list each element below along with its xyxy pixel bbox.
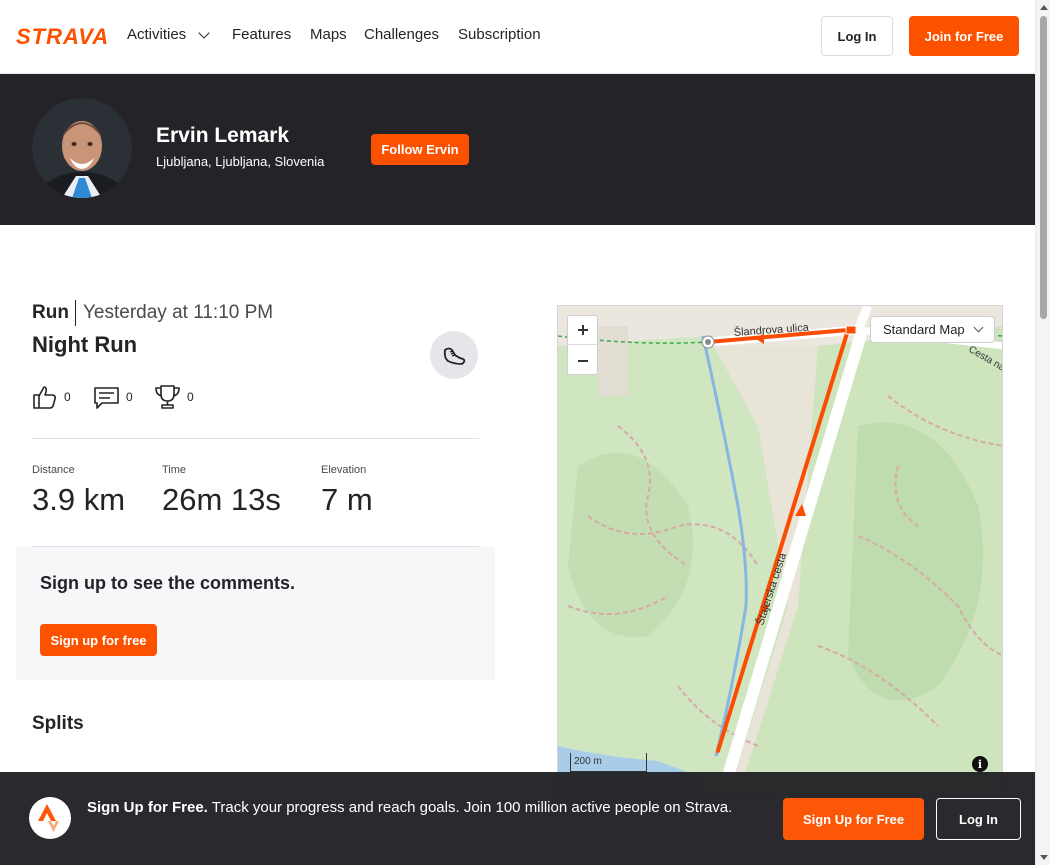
scroll-thumb[interactable] [1040,16,1047,319]
athlete-location: Ljubljana, Ljubljana, Slovenia [156,154,325,169]
comments-count: 0 [126,390,133,404]
athlete-header: Ervin Lemark Ljubljana, Ljubljana, Slove… [0,74,1035,225]
achievements-count: 0 [187,390,194,404]
map-style-value: Standard Map [883,322,965,337]
minus-icon [577,359,588,362]
route-map[interactable]: Šlandrova ulica Štajerska cesta Cesta na… [557,305,1003,795]
nav-maps[interactable]: Maps [310,26,347,43]
achievements-button[interactable]: 0 [154,384,194,410]
activity-type: Run [32,302,69,323]
activity-title: Night Run [32,332,138,357]
comments-title: Sign up to see the comments. [40,573,296,593]
nav-activities[interactable]: Activities [127,26,210,43]
nav-maps-label: Maps [310,26,347,43]
nav-subscription-label: Subscription [458,26,541,43]
avatar[interactable] [32,98,132,198]
plus-icon [577,325,588,335]
banner-login-button[interactable]: Log In [936,798,1021,840]
top-nav: STRAVA Activities Features Maps Challeng… [0,0,1035,74]
zoom-controls [567,315,598,375]
kudos-button[interactable]: 0 [32,384,71,410]
map-style-select[interactable]: Standard Map [870,316,995,343]
banner-text: Sign Up for Free. Track your progress an… [87,797,757,819]
scroll-down-arrow-icon[interactable] [1040,855,1048,860]
info-icon[interactable]: i [972,756,988,772]
stat-elevation-label: Elevation [321,464,367,476]
stat-elevation-value: 7 m [321,482,373,517]
shoe-button[interactable] [430,331,478,379]
signup-free-button[interactable]: Sign up for free [40,624,157,656]
chevron-down-icon [198,26,210,39]
banner-signup-button[interactable]: Sign Up for Free [783,798,924,840]
nav-subscription[interactable]: Subscription [458,26,541,43]
comment-icon [94,387,119,409]
activity-page: STRAVA Activities Features Maps Challeng… [0,0,1035,865]
chevron-down-icon [973,322,984,333]
banner-headline: Sign Up for Free. [87,799,208,816]
banner-body: Track your progress and reach goals. Joi… [211,799,733,816]
comments-button[interactable]: 0 [93,384,133,410]
trophy-icon [155,385,180,409]
comments-signup-panel: Sign up to see the comments. Sign up for… [16,547,495,680]
athlete-name[interactable]: Ervin Lemark [156,124,289,148]
page-scrollbar[interactable] [1035,0,1050,865]
shoe-icon [443,347,466,365]
login-button[interactable]: Log In [821,16,893,56]
map-scale-label: 200 m [574,756,602,767]
kudos-count: 0 [64,390,71,404]
thumbs-up-icon [33,386,57,409]
svg-text:STRAVA: STRAVA [16,24,109,48]
zoom-out-button[interactable] [568,346,597,375]
nav-activities-label: Activities [127,26,187,43]
splits-title: Splits [32,713,84,734]
signup-banner: Sign Up for Free. Track your progress an… [0,772,1035,865]
scroll-up-arrow-icon[interactable] [1040,5,1048,10]
stat-distance-value: 3.9 km [32,482,126,517]
divider [32,438,479,439]
nav-features-label: Features [232,26,292,43]
follow-button[interactable]: Follow Ervin [371,134,469,165]
stat-time-value: 26m 13s [162,482,281,517]
strava-logo[interactable]: STRAVA [16,24,112,48]
stat-distance-label: Distance [32,464,75,476]
stat-time-label: Time [162,464,187,476]
zoom-in-button[interactable] [568,316,597,345]
divider [75,300,76,326]
nav-features[interactable]: Features [232,26,291,43]
activity-date: Yesterday at 11:10 PM [83,302,274,323]
join-button[interactable]: Join for Free [909,16,1019,56]
map-canvas[interactable]: Šlandrova ulica Štajerska cesta Cesta na [558,306,1003,795]
strava-mark-icon [29,797,71,839]
nav-challenges-label: Challenges [364,26,440,43]
nav-challenges[interactable]: Challenges [364,26,439,43]
